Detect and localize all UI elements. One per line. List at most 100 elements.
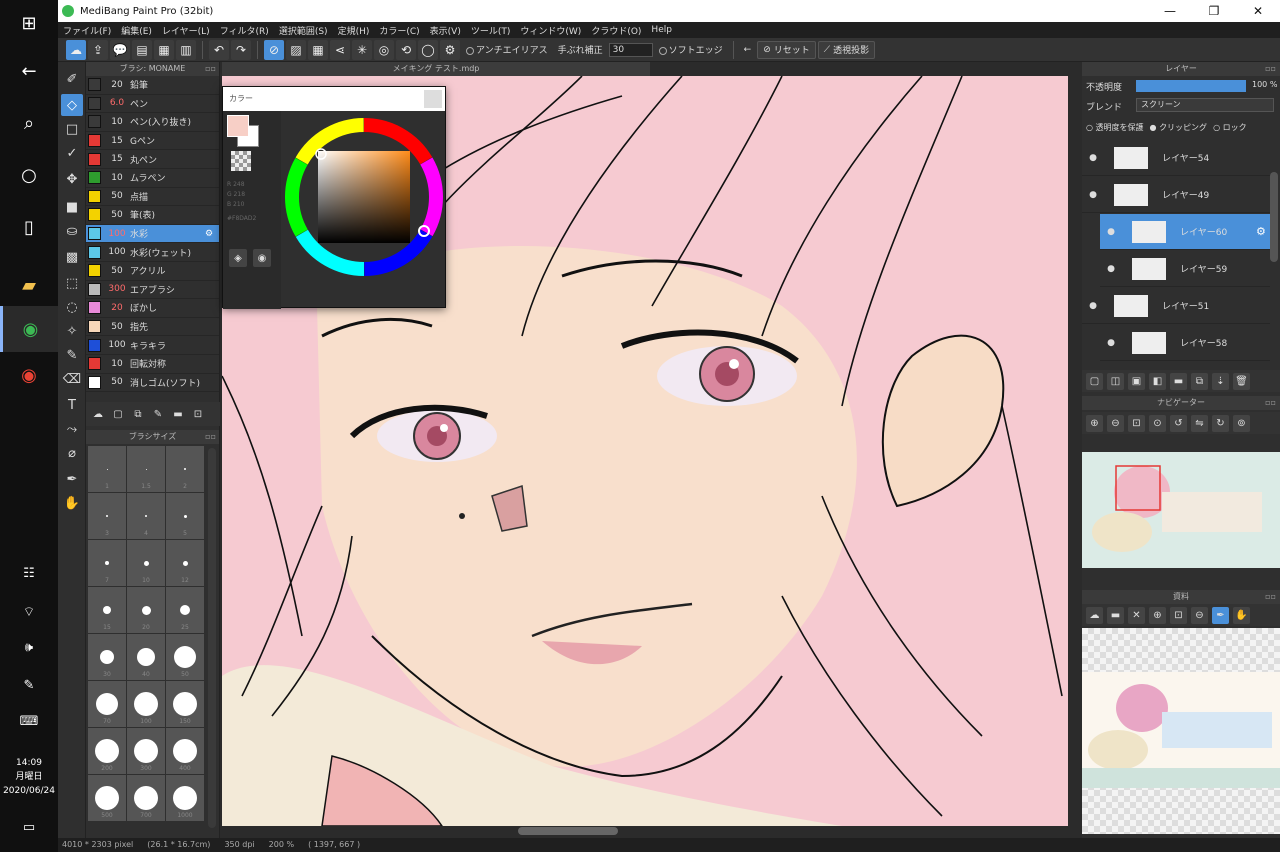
- zoom-in-reference-icon[interactable]: ⊕: [1149, 606, 1166, 624]
- opacity-slider[interactable]: [1136, 80, 1246, 92]
- windows-start-icon[interactable]: ⊞: [0, 0, 58, 46]
- brush-item[interactable]: 50 点描: [86, 188, 219, 207]
- search-icon[interactable]: ⌕: [0, 100, 58, 146]
- protect-alpha-option[interactable]: ○ 透明度を保護: [1086, 122, 1144, 133]
- actual-size-icon[interactable]: ⊙: [1149, 414, 1166, 432]
- brush-size-cell[interactable]: 2: [166, 446, 204, 492]
- fit-icon[interactable]: ⊡: [1128, 414, 1145, 432]
- canvas-horizontal-scroll-thumb[interactable]: [518, 827, 618, 835]
- menu-view[interactable]: 表示(V): [425, 24, 466, 37]
- duplicate-layer-icon[interactable]: ⧉: [1191, 372, 1208, 390]
- brush-size-cell[interactable]: 300: [127, 728, 165, 774]
- snap-vanish-icon[interactable]: ⋖: [330, 39, 350, 60]
- new-1bit-layer-icon[interactable]: ◧: [1149, 372, 1166, 390]
- brush-size-cell[interactable]: 70: [88, 681, 126, 727]
- operation-tool-icon[interactable]: ⤳: [61, 418, 83, 440]
- brush-size-scrollbar[interactable]: [208, 448, 216, 828]
- comment-icon[interactable]: 💬: [110, 39, 130, 60]
- brush-item[interactable]: 20 鉛筆: [86, 76, 219, 95]
- check-tool-icon[interactable]: ✓: [61, 142, 83, 164]
- palette-add-icon[interactable]: ◈: [229, 249, 247, 267]
- brush-size-cell[interactable]: 4: [127, 493, 165, 539]
- brush-size-cell[interactable]: 50: [166, 634, 204, 680]
- eyedropper-reference-icon[interactable]: ✒: [1212, 606, 1229, 624]
- new-8bit-layer-icon[interactable]: ▣: [1128, 372, 1145, 390]
- rotate-right-icon[interactable]: ↻: [1212, 414, 1229, 432]
- share-icon[interactable]: ⇪: [88, 39, 108, 60]
- brush-tool-icon[interactable]: ✐: [61, 68, 83, 90]
- layer-visibility-icon[interactable]: ●: [1100, 338, 1122, 348]
- menu-help[interactable]: Help: [646, 25, 677, 35]
- panel-float-icon[interactable]: ▫▫: [1265, 590, 1276, 604]
- layout-icon[interactable]: ▥: [176, 39, 196, 60]
- eraser-tool-icon[interactable]: ◇: [61, 94, 83, 116]
- new-halftone-layer-icon[interactable]: ◫: [1107, 372, 1124, 390]
- color-wheel[interactable]: [281, 111, 447, 309]
- fill-rect-tool-icon[interactable]: ■: [61, 196, 83, 218]
- snap-ellipse-icon[interactable]: ◯: [418, 39, 438, 60]
- brush-size-cell[interactable]: 100: [127, 681, 165, 727]
- snap-circle-icon[interactable]: ◎: [374, 39, 394, 60]
- brush-size-cell[interactable]: 500: [88, 775, 126, 821]
- network-icon[interactable]: ⌔: [0, 604, 58, 620]
- snap-cross-icon[interactable]: ▦: [308, 39, 328, 60]
- foreground-color-swatch[interactable]: [227, 115, 249, 137]
- menu-tool[interactable]: ツール(T): [466, 24, 516, 37]
- layer-visibility-icon[interactable]: ●: [1100, 227, 1122, 237]
- task-view-icon[interactable]: ▯: [0, 204, 58, 250]
- brush-item[interactable]: 300 エアブラシ: [86, 281, 219, 300]
- delete-layer-icon[interactable]: 🗑: [1233, 372, 1250, 390]
- edit-brush-icon[interactable]: ✎: [150, 406, 166, 422]
- brush-size-cell[interactable]: 1.5: [127, 446, 165, 492]
- hand-tool-icon[interactable]: ✋: [61, 492, 83, 514]
- brush-size-cell[interactable]: 15: [88, 587, 126, 633]
- layer-visibility-icon[interactable]: ●: [1082, 153, 1104, 163]
- pen-tool-icon[interactable]: ✒: [61, 468, 83, 490]
- brush-item[interactable]: 10 ペン(入り抜き): [86, 113, 219, 132]
- delete-brush-icon[interactable]: ⊡: [190, 406, 206, 422]
- hand-reference-icon[interactable]: ✋: [1233, 606, 1250, 624]
- new-layer-icon[interactable]: ▢: [1086, 372, 1103, 390]
- menu-filter[interactable]: フィルタ(R): [215, 24, 274, 37]
- layer-visibility-icon[interactable]: ●: [1082, 301, 1104, 311]
- medibang-app-icon[interactable]: ◉: [0, 306, 58, 352]
- panel-float-icon[interactable]: ▫▫: [205, 62, 216, 76]
- grid-icon[interactable]: ▦: [154, 39, 174, 60]
- menu-color[interactable]: カラー(C): [374, 24, 424, 37]
- maximize-button[interactable]: ❐: [1194, 0, 1234, 22]
- antialias-option[interactable]: アンチエイリアス: [462, 43, 552, 56]
- brush-settings-icon[interactable]: ⚙: [205, 229, 215, 239]
- reset-button[interactable]: ⊘ リセット: [757, 40, 816, 59]
- canvas-vertical-scrollbar[interactable]: [1068, 76, 1080, 826]
- menu-cloud[interactable]: クラウド(O): [586, 24, 646, 37]
- menu-edit[interactable]: 編集(E): [116, 24, 157, 37]
- new-brush-icon[interactable]: ▢: [110, 406, 126, 422]
- brush-size-cell[interactable]: 1: [88, 446, 126, 492]
- fit-reference-icon[interactable]: ⊡: [1170, 606, 1187, 624]
- zoom-out-reference-icon[interactable]: ⊖: [1191, 606, 1208, 624]
- magic-wand-tool-icon[interactable]: ✧: [61, 320, 83, 342]
- reference-preview[interactable]: [1082, 628, 1280, 834]
- brush-size-cell[interactable]: 5: [166, 493, 204, 539]
- cloud-reference-icon[interactable]: ☁: [1086, 606, 1103, 624]
- palette-pick-icon[interactable]: ◉: [253, 249, 271, 267]
- zoom-in-icon[interactable]: ⊕: [1086, 414, 1103, 432]
- panel-float-icon[interactable]: ▫▫: [205, 430, 216, 444]
- soft-edge-option[interactable]: ソフトエッジ: [655, 43, 727, 56]
- flip-icon[interactable]: ⇋: [1191, 414, 1208, 432]
- brush-item[interactable]: 15 丸ペン: [86, 150, 219, 169]
- correction-input[interactable]: 30: [608, 42, 653, 57]
- brush-size-cell[interactable]: 150: [166, 681, 204, 727]
- snap-settings-icon[interactable]: ⚙: [440, 39, 460, 60]
- brush-size-cell[interactable]: 30: [88, 634, 126, 680]
- rotate-left-icon[interactable]: ↺: [1170, 414, 1187, 432]
- merge-layer-icon[interactable]: ⇣: [1212, 372, 1229, 390]
- move-tool-icon[interactable]: ✥: [61, 168, 83, 190]
- people-icon[interactable]: ☷: [0, 566, 58, 581]
- back-icon[interactable]: ←: [0, 48, 58, 94]
- brush-item[interactable]: 100 水彩 ⚙: [86, 224, 219, 244]
- layer-row[interactable]: ● レイヤー49: [1082, 177, 1270, 213]
- keyboard-icon[interactable]: ⌨: [0, 714, 58, 729]
- cortana-icon[interactable]: ○: [0, 152, 58, 198]
- layer-list-scrollbar[interactable]: [1270, 172, 1278, 262]
